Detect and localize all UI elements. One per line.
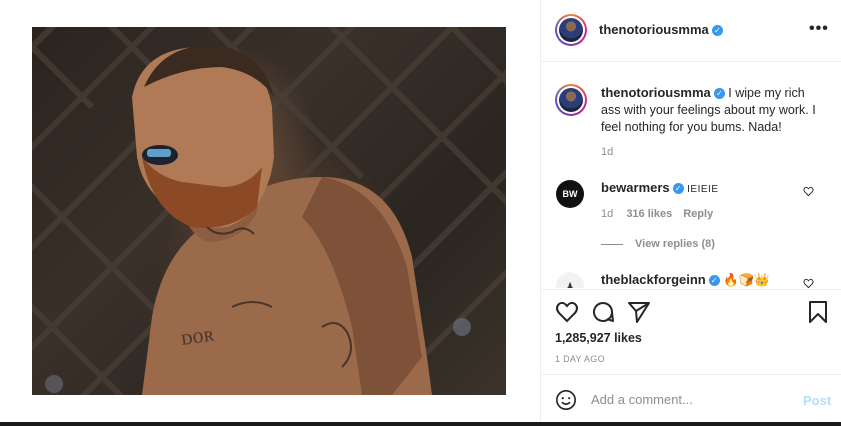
share-icon[interactable] — [627, 300, 651, 324]
add-comment-bar: Post — [541, 374, 841, 423]
comment-row: bewarmers ✓ IEIEIE — [601, 180, 801, 195]
comment-avatar[interactable]: BW — [556, 180, 584, 208]
comment-time[interactable]: 1d — [601, 208, 613, 220]
comment-like-icon[interactable] — [803, 278, 814, 288]
post-caption: thenotoriousmma ✓ I wipe my rich ass with… — [601, 84, 821, 136]
post-comment-button[interactable]: Post — [803, 393, 831, 408]
chest-tattoo-text: ᴅᴏʀ — [179, 321, 216, 350]
comment-username[interactable]: bewarmers — [601, 180, 670, 195]
view-replies-label[interactable]: View replies (8) — [635, 238, 715, 250]
likes-count[interactable]: 1,285,927 likes — [555, 331, 642, 345]
comment-like-icon[interactable] — [803, 186, 814, 197]
comment-username[interactable]: theblackforgeinn — [601, 272, 706, 287]
post-actions: 1,285,927 likes 1 DAY AGO — [541, 289, 841, 374]
comment-text: 🔥🍞👑 — [723, 273, 770, 287]
comment-icon[interactable] — [591, 300, 615, 324]
verified-icon: ✓ — [708, 275, 720, 287]
more-options-icon[interactable]: ••• — [809, 20, 829, 38]
comment-avatar[interactable]: ♟ — [556, 272, 584, 288]
verified-icon: ✓ — [713, 88, 725, 100]
bottom-edge-bar — [0, 422, 841, 426]
reply-button[interactable]: Reply — [683, 208, 713, 220]
comment-row: theblackforgeinn ✓ 🔥🍞👑 — [601, 272, 801, 288]
comment-input[interactable] — [591, 389, 791, 409]
post-date[interactable]: 1 DAY AGO — [555, 354, 605, 364]
emoji-icon[interactable] — [555, 389, 577, 411]
verified-icon: ✓ — [711, 25, 723, 37]
replies-divider — [601, 243, 623, 245]
caption-author-username[interactable]: thenotoriousmma — [601, 85, 711, 100]
post-image[interactable]: ᴅᴏʀ — [32, 27, 506, 395]
comment-text: IEIEIE — [687, 184, 719, 195]
comment-likes[interactable]: 316 likes — [626, 208, 672, 220]
save-icon[interactable] — [807, 300, 829, 324]
author-username[interactable]: thenotoriousmma ✓ — [599, 22, 723, 37]
comment-clip: ♟ theblackforgeinn ✓ 🔥🍞👑 — [541, 266, 841, 288]
caption-time[interactable]: 1d — [601, 146, 613, 158]
post-header: thenotoriousmma ✓ ••• — [541, 0, 841, 62]
post-photo-illustration: ᴅᴏʀ — [32, 27, 506, 395]
author-avatar[interactable] — [555, 14, 587, 46]
view-replies-button[interactable]: View replies (8) — [601, 238, 715, 250]
like-icon[interactable] — [555, 300, 579, 324]
comment-meta: 1d 316 likes Reply — [601, 208, 713, 220]
caption-author-avatar[interactable] — [555, 84, 587, 116]
verified-icon: ✓ — [672, 183, 684, 195]
post-side-panel: thenotoriousmma ✓ ••• thenotoriousmma ✓ I … — [540, 0, 841, 426]
author-username-text[interactable]: thenotoriousmma — [599, 22, 709, 37]
